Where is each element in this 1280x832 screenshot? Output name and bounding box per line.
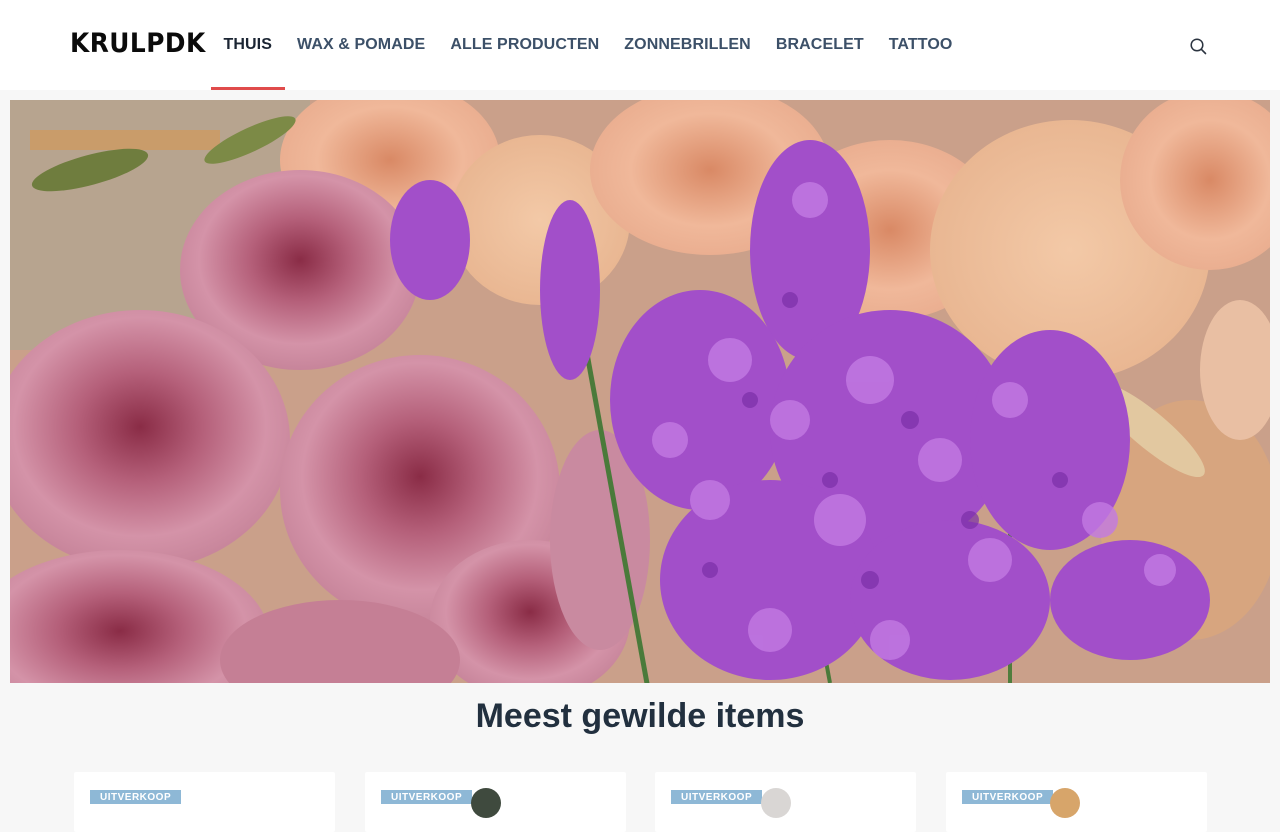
- product-card[interactable]: UITVERKOOP: [946, 772, 1207, 832]
- search-button[interactable]: [1186, 34, 1210, 58]
- hero-image: [10, 100, 1270, 683]
- product-thumbnail: [1050, 788, 1080, 818]
- site-logo[interactable]: KRULPDK: [70, 28, 206, 59]
- product-thumbnail: [761, 788, 791, 818]
- nav-item-zonnebrillen[interactable]: ZONNEBRILLEN: [612, 0, 764, 90]
- product-card[interactable]: UITVERKOOP: [655, 772, 916, 832]
- nav-item-alle-producten[interactable]: ALLE PRODUCTEN: [438, 0, 612, 90]
- product-card[interactable]: UITVERKOOP: [365, 772, 626, 832]
- sale-badge: UITVERKOOP: [671, 790, 763, 804]
- search-icon: [1189, 37, 1206, 54]
- nav-item-wax-pomade[interactable]: WAX & POMADE: [285, 0, 438, 90]
- site-header: KRULPDK THUIS WAX & POMADE ALLE PRODUCTE…: [0, 0, 1280, 90]
- hero-banner[interactable]: [10, 100, 1270, 683]
- main-nav: THUIS WAX & POMADE ALLE PRODUCTEN ZONNEB…: [211, 0, 965, 90]
- section-title: Meest gewilde items: [475, 697, 805, 735]
- sale-badge: UITVERKOOP: [381, 790, 473, 804]
- product-card[interactable]: UITVERKOOP: [74, 772, 335, 832]
- nav-item-tattoo[interactable]: TATTOO: [876, 0, 965, 90]
- product-grid: UITVERKOOP UITVERKOOP UITVERKOOP UITVERK…: [74, 772, 1207, 832]
- nav-item-bracelet[interactable]: BRACELET: [763, 0, 876, 90]
- sale-badge: UITVERKOOP: [962, 790, 1054, 804]
- product-thumbnail: [471, 788, 501, 818]
- nav-item-thuis[interactable]: THUIS: [211, 0, 285, 90]
- sale-badge: UITVERKOOP: [90, 790, 182, 804]
